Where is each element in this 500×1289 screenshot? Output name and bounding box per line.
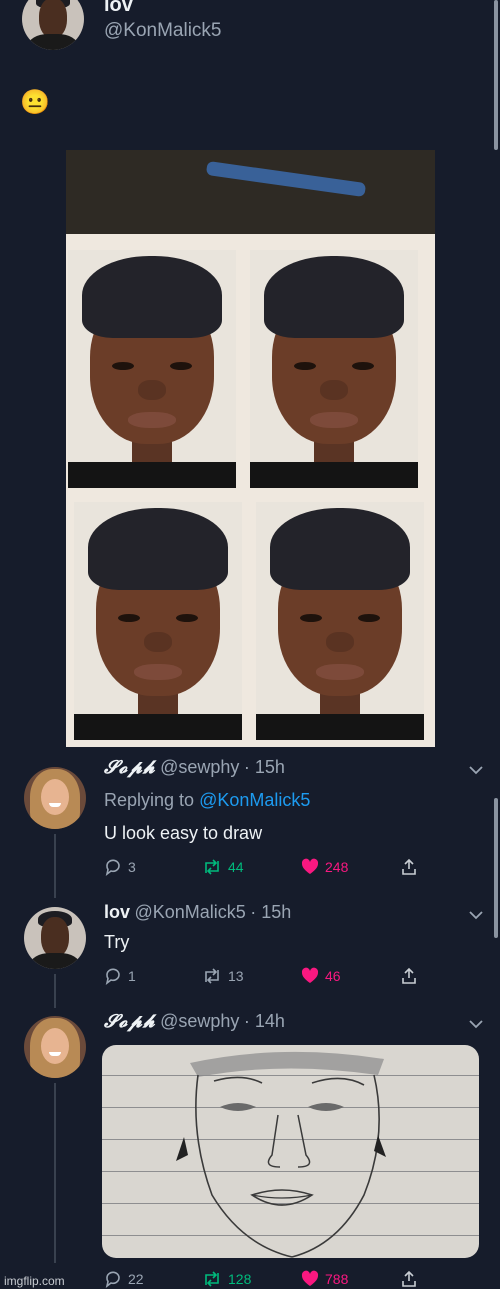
author-handle[interactable]: @KonMalick5 [134, 902, 245, 922]
reply-count: 1 [128, 968, 136, 984]
avatar-lov[interactable] [24, 907, 86, 969]
author-name[interactable]: 𝓢𝓸𝓹𝓱 [104, 757, 156, 778]
portrait-photo [250, 250, 418, 488]
heart-icon [301, 1270, 319, 1286]
author-handle[interactable]: @KonMalick5 [104, 20, 222, 42]
timestamp[interactable]: · 14h [244, 1011, 285, 1031]
share-icon[interactable] [400, 858, 418, 876]
author-name[interactable]: lov [104, 902, 130, 922]
avatar-lov[interactable] [22, 0, 84, 50]
retweet-icon [205, 968, 219, 984]
share-icon[interactable] [400, 1270, 418, 1288]
reply-button[interactable]: 3 [104, 858, 136, 876]
reply-count: 3 [128, 859, 136, 875]
reply-icon [105, 968, 120, 985]
replying-label: Replying to [104, 790, 195, 810]
imgflip-watermark: imgflip.com [4, 1274, 65, 1288]
like-button[interactable]: 788 [301, 1270, 348, 1288]
tweet-text: U look easy to draw [104, 823, 263, 843]
reply-count: 22 [128, 1271, 144, 1287]
portrait-photo [74, 502, 242, 740]
chevron-down-icon[interactable] [468, 907, 484, 923]
author-name[interactable]: 𝓢𝓸𝓹𝓱 [104, 1011, 156, 1032]
author-handle[interactable]: @sewphy [160, 757, 239, 777]
tweet-text: Try [104, 932, 130, 952]
retweet-button[interactable]: 128 [202, 1270, 251, 1288]
scrollbar[interactable] [494, 0, 498, 150]
heart-icon [301, 967, 319, 983]
heart-icon [301, 858, 319, 874]
tweet-photo[interactable] [66, 150, 435, 747]
reply-button[interactable]: 22 [104, 1270, 144, 1288]
neutral-face-emoji: 😐 [20, 89, 50, 116]
chevron-down-icon[interactable] [468, 762, 484, 778]
share-icon[interactable] [400, 967, 418, 985]
avatar-soph[interactable] [24, 1016, 86, 1078]
replying-to-link[interactable]: @KonMalick5 [199, 790, 310, 810]
sketch-image[interactable] [102, 1045, 479, 1258]
retweet-button[interactable]: 44 [202, 858, 244, 876]
like-button[interactable]: 248 [301, 858, 348, 876]
like-button[interactable]: 46 [301, 967, 341, 985]
timestamp[interactable]: · 15h [244, 757, 285, 777]
reply-icon [105, 859, 120, 876]
reply-icon [105, 1271, 120, 1288]
chevron-down-icon[interactable] [468, 1016, 484, 1032]
retweet-count: 13 [228, 968, 244, 984]
retweet-count: 44 [228, 859, 244, 875]
thread-line [54, 974, 56, 1008]
portrait-photo [68, 250, 236, 488]
like-count: 46 [325, 968, 341, 984]
timestamp[interactable]: · 15h [250, 902, 291, 922]
portrait-photo [256, 502, 424, 740]
author-handle[interactable]: @sewphy [160, 1011, 239, 1031]
reply-button[interactable]: 1 [104, 967, 136, 985]
scrollbar[interactable] [494, 798, 498, 938]
thread-line [54, 834, 56, 898]
like-count: 788 [325, 1271, 349, 1287]
retweet-icon [205, 1271, 219, 1287]
retweet-count: 128 [228, 1271, 252, 1287]
retweet-icon [205, 859, 219, 875]
author-name[interactable]: lov [104, 0, 133, 17]
avatar-soph[interactable] [24, 767, 86, 829]
thread-line [54, 1083, 56, 1263]
retweet-button[interactable]: 13 [202, 967, 244, 985]
like-count: 248 [325, 859, 349, 875]
